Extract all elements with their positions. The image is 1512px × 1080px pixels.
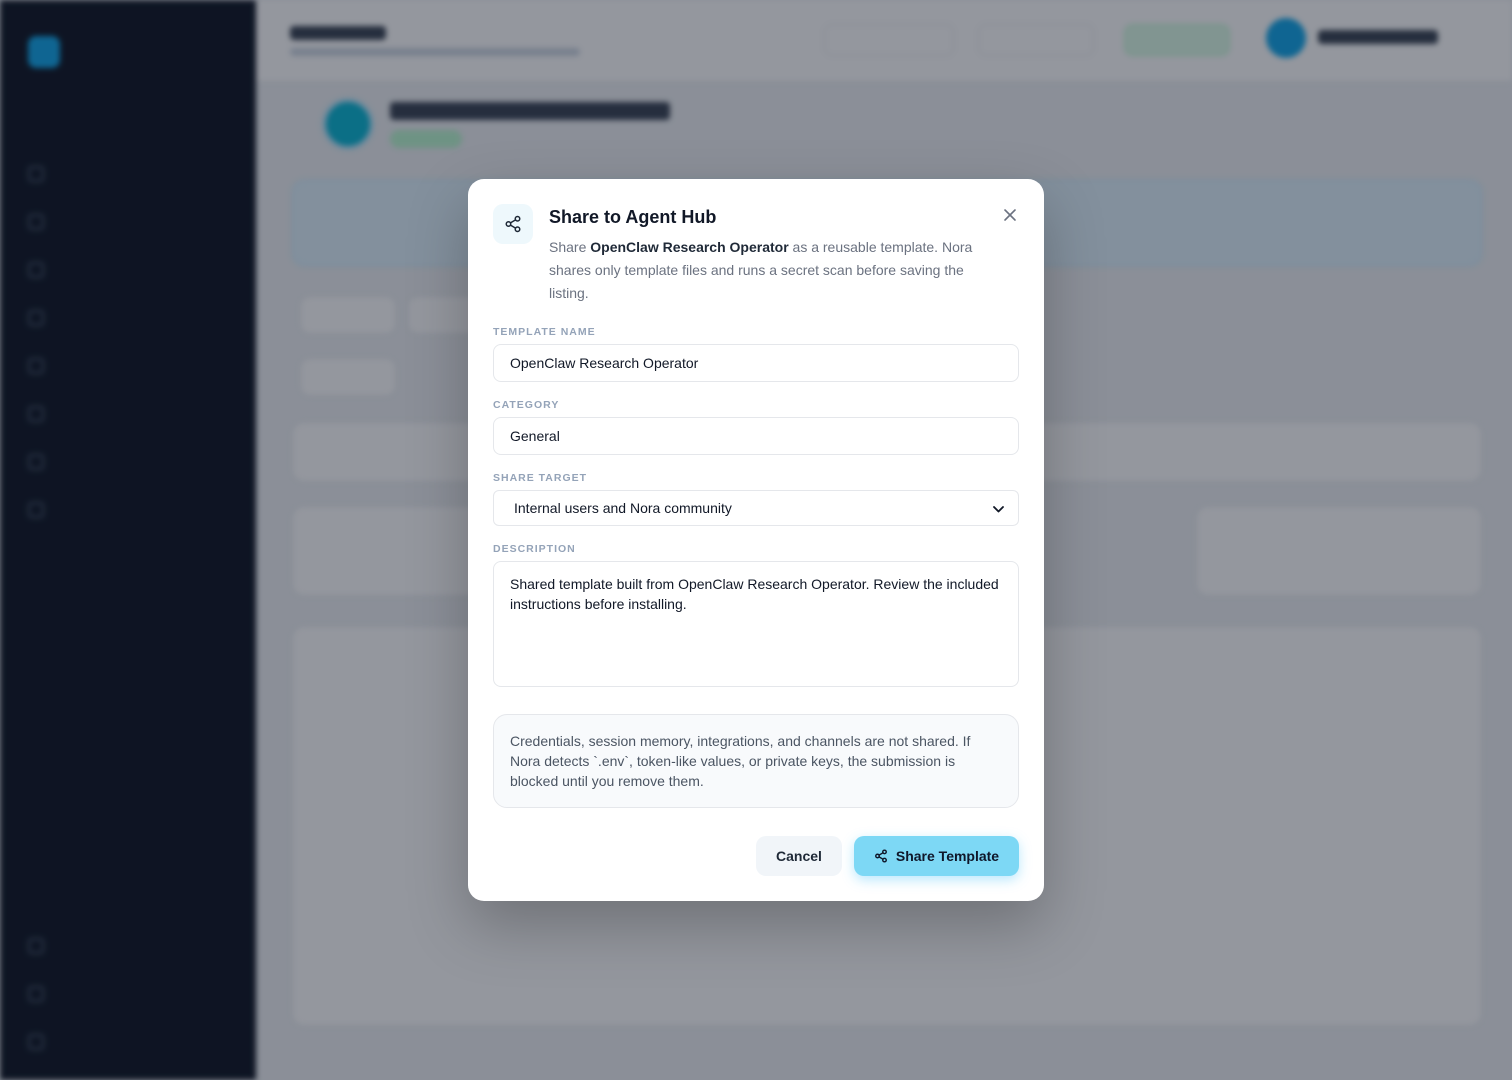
share-target-label: SHARE TARGET (493, 472, 588, 484)
share-icon (874, 849, 888, 863)
modal-title: Share to Agent Hub (549, 207, 717, 227)
share-template-button[interactable]: Share Template (854, 836, 1019, 876)
share-template-label: Share Template (895, 848, 1000, 864)
modal-description: Share OpenClaw Research Operator as a re… (549, 236, 989, 305)
template-name-label: TEMPLATE NAME (493, 326, 596, 338)
description-textarea[interactable]: Shared template built from OpenClaw Rese… (493, 561, 1019, 687)
share-icon (493, 204, 533, 244)
chevron-down-icon (993, 500, 1004, 516)
cancel-button[interactable]: Cancel (756, 836, 842, 876)
agent-name: OpenClaw Research Operator (590, 239, 789, 255)
description-label: DESCRIPTION (493, 543, 576, 555)
description-prefix: Share (549, 239, 591, 255)
share-modal: Share to Agent Hub Share OpenClaw Resear… (468, 179, 1044, 901)
share-target-select[interactable]: Internal users and Nora community (493, 490, 1019, 526)
share-target-value: Internal users and Nora community (514, 500, 732, 516)
template-name-input[interactable] (493, 344, 1019, 382)
category-label: CATEGORY (493, 399, 560, 411)
category-input[interactable] (493, 417, 1019, 455)
close-icon[interactable] (998, 203, 1022, 227)
security-notice: Credentials, session memory, integration… (493, 714, 1019, 808)
